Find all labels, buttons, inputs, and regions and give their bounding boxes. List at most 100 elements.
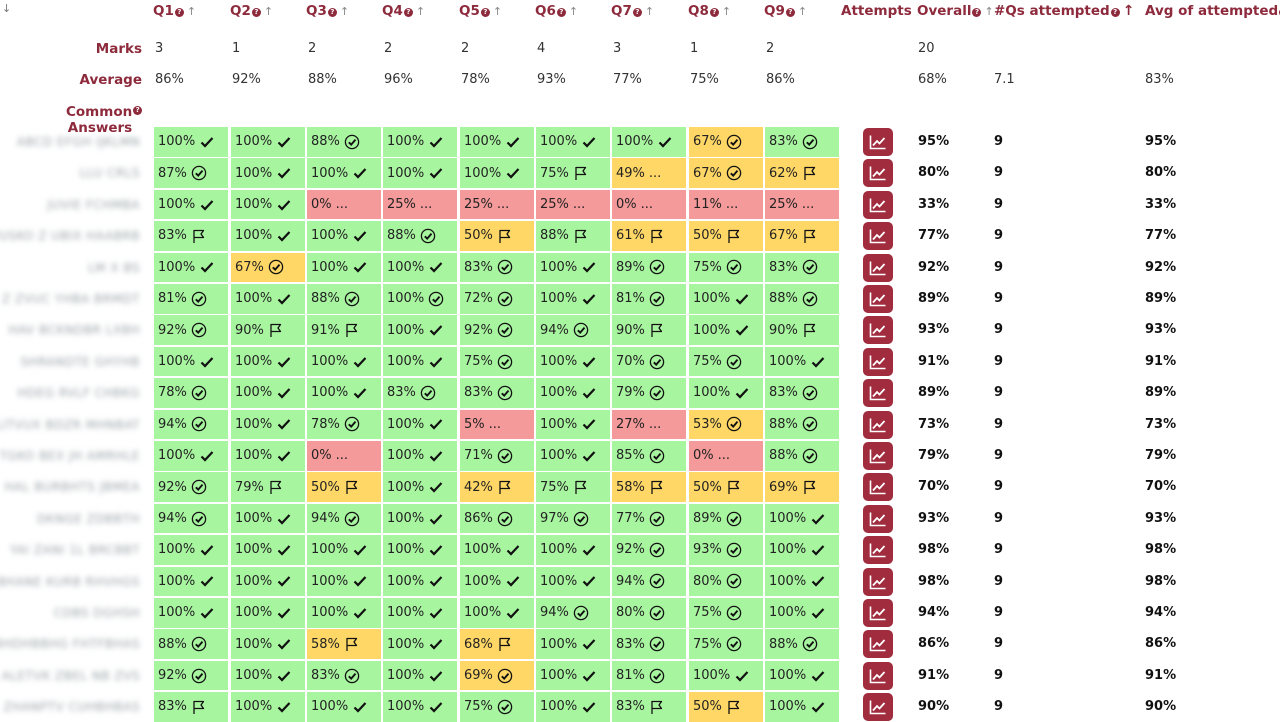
score-cell-q4[interactable]: 100% — [383, 660, 457, 691]
sort-arrow-icon[interactable]: ↑ — [1123, 3, 1135, 19]
score-cell-q8[interactable]: 75% — [689, 252, 763, 283]
attempts-button[interactable] — [863, 693, 893, 722]
score-cell-q4[interactable]: 88% — [383, 221, 457, 251]
score-cell-q6[interactable]: 97% — [536, 503, 610, 534]
column-header-q3[interactable]: Q3? ↑ — [306, 0, 349, 22]
attempts-button[interactable] — [863, 253, 893, 282]
column-header-q4[interactable]: Q4? ↑ — [382, 0, 425, 22]
score-cell-q3[interactable]: 91% — [307, 315, 381, 345]
score-cell-q6[interactable]: 100% — [536, 346, 610, 377]
score-cell-q1[interactable]: 100% — [154, 346, 228, 377]
column-header-q5[interactable]: Q5? ↑ — [459, 0, 502, 22]
attempts-button[interactable] — [863, 128, 893, 156]
score-cell-q1[interactable]: 100% — [154, 535, 228, 565]
sort-arrow-icon[interactable]: ↑ — [722, 5, 731, 18]
info-icon[interactable]: ? — [327, 7, 337, 17]
sort-arrow-icon[interactable]: ↑ — [264, 5, 273, 18]
score-cell-q7[interactable]: 79% — [612, 378, 686, 408]
score-cell-q3[interactable]: 100% — [307, 692, 381, 722]
score-cell-q9[interactable]: 100% — [765, 566, 839, 597]
score-cell-q9[interactable]: 69% — [765, 472, 839, 502]
score-cell-q2[interactable]: 100% — [231, 221, 305, 251]
student-name[interactable]: LM X BS — [0, 253, 148, 283]
score-cell-q6[interactable]: 100% — [536, 409, 610, 440]
score-cell-q3[interactable]: 100% — [307, 158, 381, 188]
score-cell-q3[interactable]: 100% — [307, 566, 381, 597]
score-cell-q6[interactable]: 94% — [536, 315, 610, 345]
score-cell-q3[interactable]: 100% — [307, 598, 381, 628]
score-cell-q8[interactable]: 67% — [689, 127, 763, 157]
score-cell-q7[interactable]: 27%... — [612, 409, 686, 440]
score-cell-q8[interactable]: 93% — [689, 535, 763, 565]
student-name[interactable]: HDEG RVLF CHBKG — [0, 378, 148, 408]
score-cell-q9[interactable]: 83% — [765, 127, 839, 157]
score-cell-q7[interactable]: 92% — [612, 535, 686, 565]
attempts-button[interactable] — [863, 159, 893, 188]
attempts-button[interactable] — [863, 316, 893, 345]
score-cell-q6[interactable]: 88% — [536, 221, 610, 251]
score-cell-q5[interactable]: 71% — [460, 441, 534, 471]
column-header-avg-attempted[interactable]: Avg of attempted? — [1145, 0, 1280, 22]
score-cell-q7[interactable]: 80% — [612, 598, 686, 628]
student-name[interactable]: ABCD EFGH IJKLMN — [0, 127, 148, 157]
student-name[interactable]: HAL BURBHTS JBMEA — [0, 472, 148, 502]
student-name[interactable]: PUSKO Z UBIX HAABRB — [0, 221, 148, 251]
score-cell-q2[interactable]: 100% — [231, 629, 305, 659]
score-cell-q8[interactable]: 50% — [689, 472, 763, 502]
student-name[interactable]: LITVUX BDZR MHNBAT — [0, 410, 148, 440]
column-header-q2[interactable]: Q2? ↑ — [230, 0, 273, 22]
column-header-q9[interactable]: Q9? ↑ — [764, 0, 807, 22]
score-cell-q2[interactable]: 100% — [231, 284, 305, 314]
score-cell-q3[interactable]: 78% — [307, 409, 381, 440]
score-cell-q3[interactable]: 88% — [307, 284, 381, 314]
score-cell-q8[interactable]: 67% — [689, 158, 763, 188]
score-cell-q3[interactable]: 0%... — [307, 441, 381, 471]
score-cell-q2[interactable]: 100% — [231, 127, 305, 157]
score-cell-q4[interactable]: 100% — [383, 252, 457, 283]
attempts-button[interactable] — [863, 661, 893, 690]
score-cell-q9[interactable]: 100% — [765, 598, 839, 628]
student-name[interactable]: ALETVK ZBEL NB ZVS — [0, 661, 148, 691]
score-cell-q4[interactable]: 100% — [383, 566, 457, 597]
score-cell-q8[interactable]: 80% — [689, 566, 763, 597]
score-cell-q9[interactable]: 83% — [765, 252, 839, 283]
column-header-q8[interactable]: Q8? ↑ — [688, 0, 731, 22]
score-cell-q5[interactable]: 100% — [460, 535, 534, 565]
score-cell-q3[interactable]: 50% — [307, 472, 381, 502]
score-cell-q4[interactable]: 100% — [383, 441, 457, 471]
score-cell-q7[interactable]: 83% — [612, 629, 686, 659]
score-cell-q1[interactable]: 92% — [154, 315, 228, 345]
score-cell-q2[interactable]: 100% — [231, 660, 305, 691]
attempts-button[interactable] — [863, 599, 893, 627]
sort-arrow-icon[interactable]: ↑ — [569, 5, 578, 18]
score-cell-q9[interactable]: 100% — [765, 660, 839, 691]
score-cell-q2[interactable]: 100% — [231, 378, 305, 408]
sort-arrow-icon[interactable]: ↑ — [187, 5, 196, 18]
score-cell-q5[interactable]: 42% — [460, 472, 534, 502]
info-icon[interactable]: ? — [480, 7, 490, 17]
score-cell-q6[interactable]: 100% — [536, 692, 610, 722]
score-cell-q4[interactable]: 83% — [383, 378, 457, 408]
student-name[interactable]: BHANE KURB RHVHGS — [0, 567, 148, 597]
score-cell-q2[interactable]: 67% — [231, 252, 305, 283]
score-cell-q1[interactable]: 88% — [154, 629, 228, 659]
score-cell-q9[interactable]: 88% — [765, 284, 839, 314]
info-icon[interactable]: ? — [556, 7, 566, 17]
score-cell-q5[interactable]: 100% — [460, 158, 534, 188]
score-cell-q7[interactable]: 83% — [612, 692, 686, 722]
score-cell-q1[interactable]: 100% — [154, 598, 228, 628]
score-cell-q3[interactable]: 0%... — [307, 189, 381, 220]
score-cell-q8[interactable]: 100% — [689, 378, 763, 408]
score-cell-q7[interactable]: 61% — [612, 221, 686, 251]
attempts-button[interactable] — [863, 410, 893, 439]
score-cell-q5[interactable]: 100% — [460, 566, 534, 597]
score-cell-q5[interactable]: 100% — [460, 598, 534, 628]
score-cell-q4[interactable]: 100% — [383, 127, 457, 157]
student-name[interactable]: CDBS DGHSH — [0, 598, 148, 628]
score-cell-q4[interactable]: 100% — [383, 409, 457, 440]
score-cell-q5[interactable]: 25%... — [460, 189, 534, 220]
score-cell-q6[interactable]: 75% — [536, 158, 610, 188]
score-cell-q6[interactable]: 100% — [536, 284, 610, 314]
score-cell-q5[interactable]: 83% — [460, 378, 534, 408]
score-cell-q6[interactable]: 94% — [536, 598, 610, 628]
